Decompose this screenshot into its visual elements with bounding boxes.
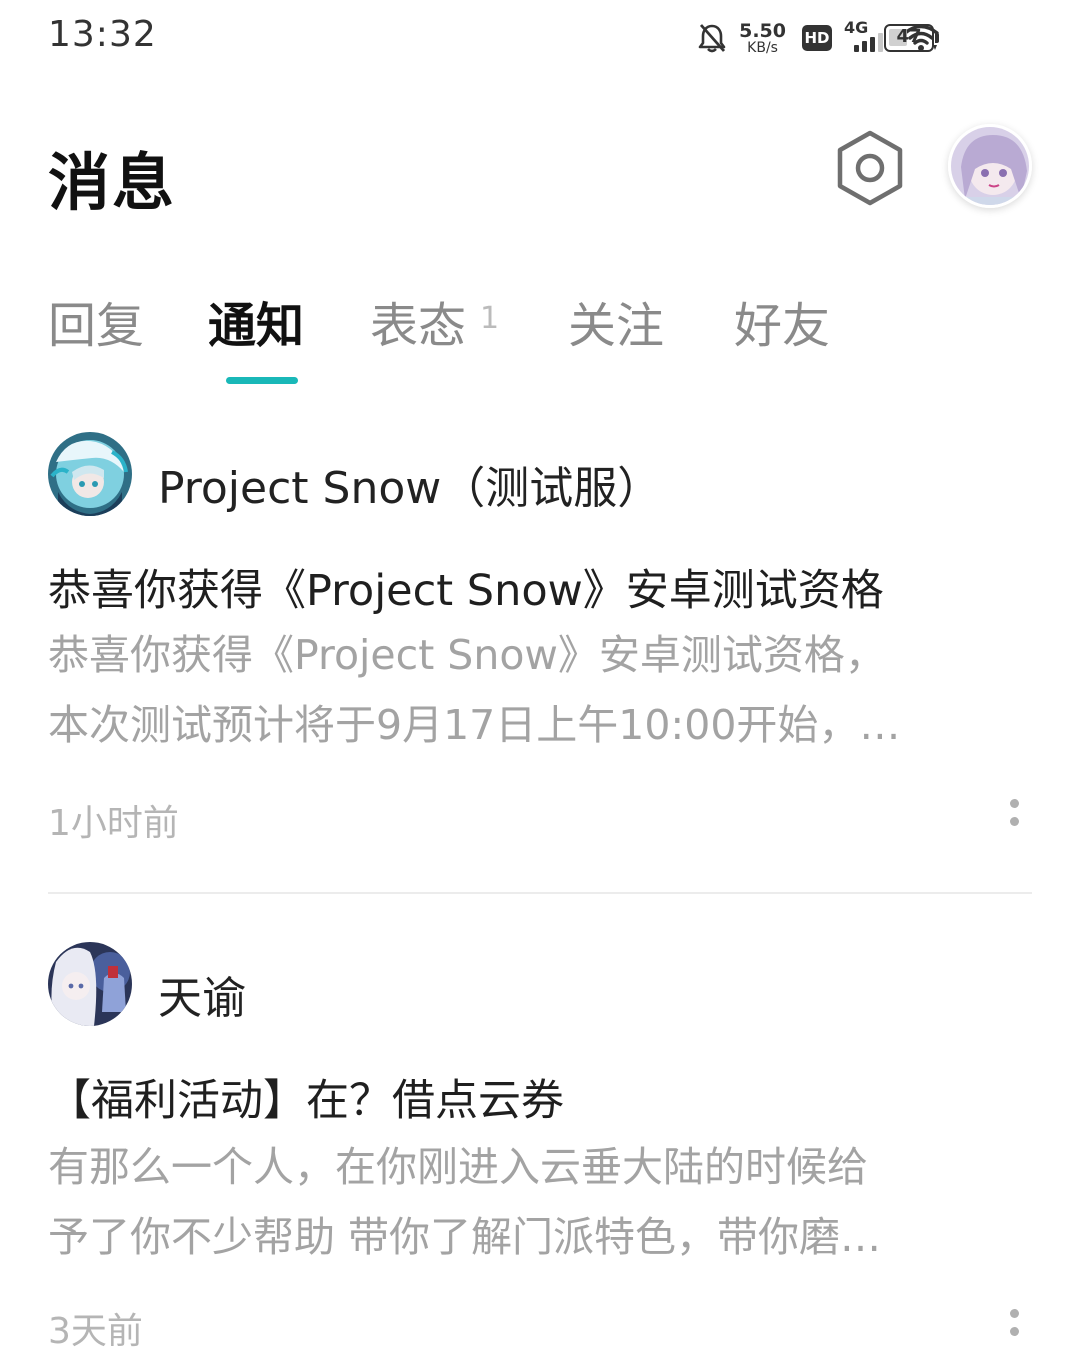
notification-body-line: 恭喜你获得《Project Snow》安卓测试资格， — [48, 631, 886, 679]
tab-reactions[interactable]: 表态 1 — [370, 286, 499, 356]
notification-body: 有那么一个人，在你刚进入云垂大陆的时候给 予了你不少帮助 带你了解门派特色，带你… — [48, 1132, 1008, 1272]
notification-title: 恭喜你获得《Project Snow》安卓测试资格 — [48, 566, 884, 616]
more-options-button[interactable] — [994, 1298, 1034, 1346]
dot — [1009, 798, 1019, 808]
settings-button[interactable] — [832, 128, 908, 208]
tab-notifications[interactable]: 通知 — [208, 286, 304, 356]
page-title: 消息 — [48, 146, 177, 219]
battery-icon: 47 — [884, 24, 940, 54]
hd-icon: HD — [802, 25, 832, 51]
status-time: 13:32 — [48, 14, 157, 55]
bell-off-icon — [697, 22, 727, 54]
notification-time: 3天前 — [48, 1311, 143, 1352]
active-tab-indicator — [226, 377, 298, 384]
hexagon-gear-icon — [837, 130, 903, 206]
dot — [1009, 1326, 1019, 1336]
tab-follows[interactable]: 关注 — [568, 286, 664, 356]
sender-avatar[interactable] — [48, 432, 132, 516]
more-options-button[interactable] — [994, 788, 1034, 836]
network-speed-value: 5.50 — [739, 19, 786, 42]
battery-level: 47 — [896, 26, 922, 47]
user-avatar[interactable] — [948, 124, 1032, 208]
sender-name[interactable]: Project Snow（测试服） — [158, 452, 661, 516]
avatar-image — [48, 432, 132, 516]
sender-name[interactable]: 天谕 — [158, 962, 246, 1026]
tab-label: 表态 — [370, 298, 467, 354]
divider — [48, 892, 1032, 894]
tab-replies[interactable]: 回复 — [48, 286, 144, 356]
network-speed: 5.50 KB/s — [739, 19, 786, 56]
notification-body-line: 有那么一个人，在你刚进入云垂大陆的时候给 — [48, 1143, 868, 1191]
notification-body-line: 本次测试预计将于9月17日上午10:00开始，… — [48, 701, 901, 749]
status-bar: 13:32 5.50 KB/s HD 4G 47 — [0, 0, 1080, 78]
notification-body: 恭喜你获得《Project Snow》安卓测试资格， 本次测试预计将于9月17日… — [48, 620, 1008, 760]
messages-screen: 13:32 5.50 KB/s HD 4G 47 消息 回复 通知 表态 1 关… — [0, 0, 1080, 1356]
tab-label: 关注 — [568, 298, 665, 354]
avatar-image — [951, 127, 1029, 205]
tab-friends[interactable]: 好友 — [734, 286, 830, 356]
tab-label: 好友 — [734, 298, 831, 354]
network-speed-unit: KB/s — [747, 39, 778, 56]
tab-badge-count: 1 — [480, 301, 500, 336]
avatar-image — [48, 942, 132, 1026]
sender-avatar[interactable] — [48, 942, 132, 1026]
notification-time: 1小时前 — [48, 803, 179, 844]
dot — [1009, 1308, 1019, 1318]
dot — [1009, 816, 1019, 826]
tab-label: 通知 — [208, 298, 305, 354]
notification-title: 【福利活动】在？借点云券 — [48, 1076, 564, 1126]
tab-label: 回复 — [48, 298, 145, 354]
notification-body-line: 予了你不少帮助 带你了解门派特色，带你磨… — [48, 1213, 882, 1261]
